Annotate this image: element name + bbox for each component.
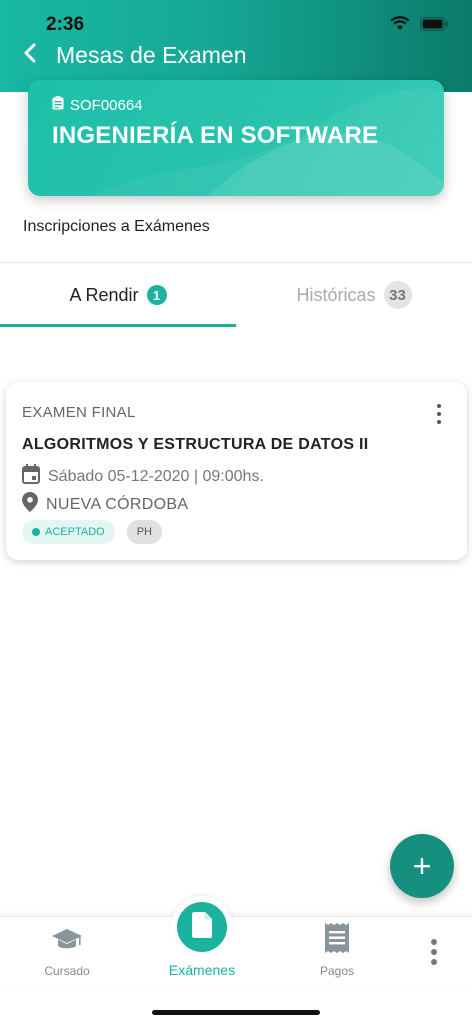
page-title: Mesas de Examen [56, 42, 247, 68]
nav-label: Cursado [44, 964, 90, 978]
status-icons [390, 16, 448, 31]
career-code: SOF00664 [70, 96, 143, 114]
tab-count-badge: 33 [383, 281, 412, 309]
nav-label: Pagos [319, 964, 355, 978]
exam-date-row: Sábado 05-12-2020 | 09:00hs. [22, 464, 264, 489]
nav-label: Exámenes [168, 962, 236, 978]
clipboard-icon [52, 96, 64, 114]
nav-item-pagos[interactable]: Pagos [292, 917, 382, 989]
exam-badges: ACEPTADO PH [22, 520, 162, 544]
career-name: INGENIERÍA EN SOFTWARE [52, 122, 379, 149]
exam-date: Sábado 05-12-2020 | 09:00hs. [48, 467, 264, 485]
more-vertical-icon[interactable] [431, 402, 447, 426]
career-card: SOF00664 INGENIERÍA EN SOFTWARE [28, 80, 444, 196]
chevron-left-icon [23, 43, 37, 68]
plus-icon: + [412, 847, 432, 884]
wifi-icon [390, 16, 410, 31]
tab-historicas[interactable]: Históricas 33 [236, 263, 472, 327]
exam-card[interactable]: EXAMEN FINAL ALGORITMOS Y ESTRUCTURA DE … [6, 382, 467, 560]
location-pin-icon [22, 492, 38, 517]
back-button[interactable] [16, 40, 44, 70]
exam-place-row: NUEVA CÓRDOBA [22, 492, 188, 517]
nav-bar: Mesas de Examen [0, 40, 472, 70]
exam-place: NUEVA CÓRDOBA [46, 495, 189, 513]
tab-active-indicator [0, 324, 236, 327]
more-vertical-icon[interactable] [424, 937, 444, 967]
tabs: A Rendir 1 Históricas 33 [0, 263, 472, 327]
status-label: ACEPTADO [45, 526, 105, 538]
tab-label: A Rendir [69, 284, 139, 305]
section-title: Inscripciones a Exámenes [23, 218, 210, 235]
tab-label: Históricas [296, 284, 376, 305]
document-icon [192, 911, 212, 943]
status-dot-icon [32, 528, 40, 536]
career-code-row: SOF00664 [52, 96, 143, 114]
tab-count-badge: 1 [146, 285, 167, 305]
status-time: 2:36 [46, 14, 85, 35]
status-bar: 2:36 [0, 0, 472, 44]
receipt-icon [323, 923, 351, 958]
calendar-icon [22, 464, 40, 489]
tag-badge: PH [126, 520, 162, 544]
battery-icon [420, 16, 448, 31]
add-button[interactable]: + [390, 834, 454, 898]
nav-item-examenes[interactable]: Exámenes [150, 891, 254, 989]
tab-a-rendir[interactable]: A Rendir 1 [0, 263, 236, 327]
graduation-cap-icon [51, 927, 83, 958]
nav-item-cursado[interactable]: Cursado [22, 917, 112, 989]
exam-subject: ALGORITMOS Y ESTRUCTURA DE DATOS II [22, 436, 369, 453]
home-indicator [152, 1010, 320, 1015]
bottom-nav: Cursado Exámenes Pagos [0, 896, 472, 989]
exam-type: EXAMEN FINAL [22, 404, 136, 421]
status-badge: ACEPTADO [22, 520, 115, 544]
